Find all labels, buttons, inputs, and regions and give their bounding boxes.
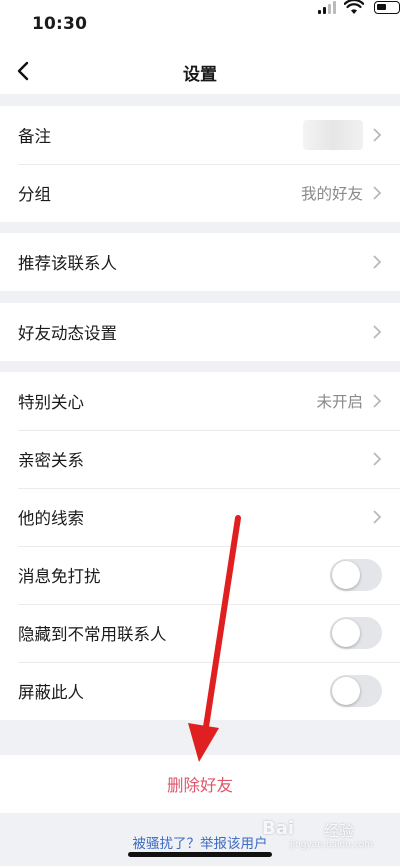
friend-moments-settings-row[interactable]: 好友动态设置 bbox=[0, 303, 400, 361]
toggle-knob bbox=[332, 677, 360, 705]
do-not-disturb-row: 消息免打扰 bbox=[0, 546, 400, 604]
special-care-label: 特别关心 bbox=[18, 393, 84, 412]
chevron-right-icon bbox=[373, 255, 382, 269]
battery-level bbox=[377, 4, 386, 10]
remark-row[interactable]: 备注 bbox=[0, 106, 400, 164]
status-time: 10:30 bbox=[32, 14, 88, 34]
hide-contact-row: 隐藏到不常用联系人 bbox=[0, 604, 400, 662]
baidu-watermark: Bai 经验 jingyan.baidu.com bbox=[262, 812, 382, 852]
toggle-knob bbox=[332, 619, 360, 647]
group-value: 我的好友 bbox=[300, 185, 363, 203]
do-not-disturb-label: 消息免打扰 bbox=[18, 567, 101, 586]
block-row: 屏蔽此人 bbox=[0, 662, 400, 720]
clues-row[interactable]: 他的线索 bbox=[0, 488, 400, 546]
recommend-group: 推荐该联系人 bbox=[0, 233, 400, 291]
cellular-signal-icon bbox=[318, 1, 336, 14]
watermark-suffix: 经验 bbox=[324, 822, 355, 840]
chevron-right-icon bbox=[373, 394, 382, 408]
delete-friend-label: 删除好友 bbox=[167, 776, 233, 795]
recommend-contact-row[interactable]: 推荐该联系人 bbox=[0, 233, 400, 291]
chevron-right-icon bbox=[373, 510, 382, 524]
battery-icon bbox=[374, 1, 400, 14]
chevron-right-icon bbox=[373, 452, 382, 466]
friend-moments-settings-label: 好友动态设置 bbox=[18, 324, 117, 343]
watermark-brand: Bai bbox=[262, 818, 295, 839]
hide-contact-toggle[interactable] bbox=[330, 617, 382, 649]
nav-bar: 设置 bbox=[0, 50, 400, 94]
special-settings-group: 特别关心 未开启 亲密关系 他的线索 消息免打扰 隐藏到不常用联系人 屏蔽此人 bbox=[0, 372, 400, 720]
special-care-value: 未开启 bbox=[316, 393, 363, 411]
intimacy-row[interactable]: 亲密关系 bbox=[0, 430, 400, 488]
block-label: 屏蔽此人 bbox=[18, 683, 84, 702]
remark-label: 备注 bbox=[18, 127, 51, 146]
group-label: 分组 bbox=[18, 185, 51, 204]
chevron-right-icon bbox=[373, 128, 382, 142]
special-care-row[interactable]: 特别关心 未开启 bbox=[0, 372, 400, 430]
wifi-icon bbox=[344, 0, 364, 14]
moments-group: 好友动态设置 bbox=[0, 303, 400, 361]
recommend-contact-label: 推荐该联系人 bbox=[18, 254, 117, 273]
remark-value-blurred bbox=[303, 120, 363, 150]
group-row[interactable]: 分组 我的好友 bbox=[0, 164, 400, 222]
delete-friend-button[interactable]: 删除好友 bbox=[0, 755, 400, 813]
block-toggle[interactable] bbox=[330, 675, 382, 707]
hide-contact-label: 隐藏到不常用联系人 bbox=[18, 625, 167, 644]
toggle-knob bbox=[332, 561, 360, 589]
home-indicator bbox=[128, 852, 272, 857]
page-title: 设置 bbox=[183, 65, 217, 85]
chevron-right-icon bbox=[373, 186, 382, 200]
clues-label: 他的线索 bbox=[18, 509, 84, 528]
status-bar: 10:30 bbox=[0, 0, 400, 50]
do-not-disturb-toggle[interactable] bbox=[330, 559, 382, 591]
chevron-right-icon bbox=[373, 325, 382, 339]
watermark-url: jingyan.baidu.com bbox=[290, 840, 374, 850]
basic-settings-group: 备注 分组 我的好友 bbox=[0, 106, 400, 222]
intimacy-label: 亲密关系 bbox=[18, 451, 84, 470]
